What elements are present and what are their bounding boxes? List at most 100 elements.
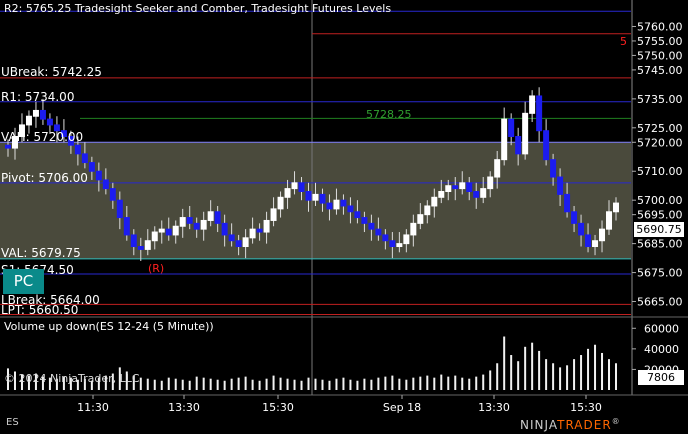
candle-body xyxy=(487,176,494,190)
volume-bar xyxy=(251,379,254,390)
candle-body xyxy=(389,240,396,248)
volume-bar xyxy=(174,378,177,390)
candle-body xyxy=(480,188,487,198)
candle-body xyxy=(263,219,270,233)
candle-body xyxy=(445,185,452,193)
ninjatrader-logo: NINJATRADER® xyxy=(520,417,621,432)
candle-body xyxy=(585,234,592,248)
candle-body xyxy=(291,182,298,190)
last-volume-box: 7806 xyxy=(638,370,684,385)
volume-bar xyxy=(321,379,324,390)
candle-body xyxy=(522,112,529,155)
candle-body xyxy=(207,211,214,221)
candle-body xyxy=(193,222,200,230)
volume-bar xyxy=(489,370,492,390)
volume-tick-label: 40000 xyxy=(644,343,679,356)
volume-bar xyxy=(573,359,576,390)
time-tick-label: 11:30 xyxy=(77,401,109,414)
volume-bar xyxy=(405,379,408,390)
volume-bar xyxy=(566,365,569,390)
volume-bar xyxy=(328,380,331,390)
volume-bar xyxy=(587,348,590,390)
annotation-target: 5 xyxy=(620,35,627,48)
candle-body xyxy=(452,185,459,190)
price-tick-label: 5725.00 xyxy=(637,122,683,135)
candle-body xyxy=(536,95,543,132)
volume-bar xyxy=(461,377,464,390)
candle-body xyxy=(550,159,557,178)
volume-bar xyxy=(503,336,506,390)
volume-bar xyxy=(440,374,443,390)
candle-body xyxy=(571,211,578,224)
candle-body xyxy=(200,219,207,230)
volume-bar xyxy=(202,377,205,390)
candle-body xyxy=(354,211,361,219)
candle-body xyxy=(74,144,81,155)
candle-body xyxy=(235,240,242,248)
candle-body xyxy=(32,109,39,117)
level-label-val: VAL: 5679.75 xyxy=(1,246,81,260)
candle-body xyxy=(158,228,165,233)
volume-bar xyxy=(601,352,604,390)
logo-part-trader: TRADER xyxy=(557,418,612,432)
time-tick-label: 13:30 xyxy=(478,401,510,414)
volume-bar xyxy=(412,377,415,390)
candle-body xyxy=(81,153,88,164)
candle-body xyxy=(298,182,305,193)
volume-bar xyxy=(223,380,226,390)
candle-body xyxy=(340,199,347,207)
volume-bar xyxy=(538,350,541,390)
pc-badge[interactable]: PC xyxy=(3,269,44,294)
volume-bar xyxy=(293,379,296,390)
volume-bar xyxy=(517,361,520,390)
candle-body xyxy=(403,234,410,245)
candle-body xyxy=(438,191,445,198)
candle-body xyxy=(144,240,151,250)
level-label-pivot: Pivot: 5706.00 xyxy=(1,171,88,185)
time-tick-label: 15:30 xyxy=(262,401,294,414)
volume-bar xyxy=(580,355,583,390)
volume-bar xyxy=(468,378,471,390)
time-tick-label: 15:30 xyxy=(570,401,602,414)
candle-body xyxy=(95,170,102,181)
candle-body xyxy=(109,188,116,201)
price-tick-label: 5760.00 xyxy=(637,20,683,33)
price-tick-label: 5750.00 xyxy=(637,49,683,62)
volume-bar xyxy=(349,379,352,390)
volume-bar xyxy=(356,380,359,390)
candle-body xyxy=(270,208,277,221)
volume-bar xyxy=(454,375,457,390)
candle-body xyxy=(228,234,235,242)
candle-body xyxy=(466,182,473,193)
candle-body xyxy=(347,205,354,213)
level-label-vah: VAH: 5720.00 xyxy=(1,130,84,144)
candle-body xyxy=(417,214,424,224)
price-chart[interactable]: 5760.00 5755.005750.00 5745.00 5735.00 5725.… xyxy=(0,0,688,434)
candle-body xyxy=(396,243,403,248)
volume-bar xyxy=(608,359,611,390)
candle-body xyxy=(606,211,613,230)
candle-body xyxy=(424,205,431,216)
volume-bar xyxy=(447,376,450,390)
volume-bar xyxy=(391,375,394,390)
candle-body xyxy=(130,234,137,248)
volume-bar xyxy=(559,367,562,390)
chart-title: R2: 5765.25 Tradesight Seeker and Comber… xyxy=(4,2,392,15)
volume-bar xyxy=(307,377,310,390)
chart-window: 5760.00 5755.00 5750.00 5745.00 5735.00 5725.… xyxy=(0,0,688,434)
price-tick-label: 5675.00 xyxy=(637,267,683,280)
candle-body xyxy=(186,217,193,224)
volume-bar xyxy=(230,378,233,390)
volume-bar xyxy=(370,379,373,390)
price-tick-label: 5700.00 xyxy=(637,194,683,207)
candle-body xyxy=(382,234,389,242)
candle-body xyxy=(25,115,32,126)
candle-body xyxy=(333,199,340,210)
candle-body xyxy=(172,225,179,236)
volume-bar xyxy=(552,363,555,390)
candle-body xyxy=(102,179,109,190)
candle-body xyxy=(39,109,46,120)
candle-body xyxy=(249,228,256,239)
candle-body xyxy=(46,118,53,126)
volume-bar xyxy=(384,376,387,390)
